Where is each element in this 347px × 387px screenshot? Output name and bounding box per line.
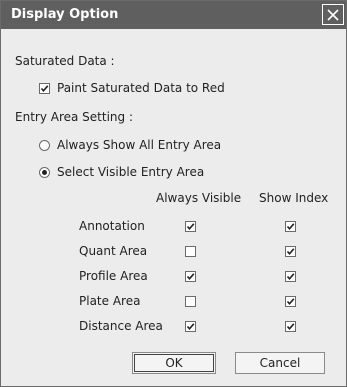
checkmark-icon (40, 85, 49, 93)
show-index-checkbox-profile-area[interactable] (285, 271, 296, 282)
column-header-show-index: Show Index (259, 191, 329, 205)
radio-show-all-entry[interactable] (39, 140, 50, 151)
close-button[interactable] (322, 4, 344, 25)
cancel-button[interactable]: Cancel (235, 352, 325, 374)
show-index-checkbox-quant-area[interactable] (285, 246, 296, 257)
radio-select-visible-label: Select Visible Entry Area (57, 165, 205, 179)
checkmark-icon (286, 223, 295, 231)
display-option-dialog: Display Option Saturated Data : Paint Sa… (0, 0, 347, 387)
checkmark-icon (286, 298, 295, 306)
radio-dot-icon (42, 170, 47, 175)
always-visible-checkbox-annotation[interactable] (185, 221, 196, 232)
row-label-distance-area: Distance Area (79, 319, 163, 333)
show-index-checkbox-distance-area[interactable] (285, 321, 296, 332)
checkmark-icon (286, 273, 295, 281)
show-index-checkbox-plate-area[interactable] (285, 296, 296, 307)
paint-saturated-checkbox[interactable] (39, 83, 50, 94)
always-visible-checkbox-profile-area[interactable] (185, 271, 196, 282)
checkmark-icon (186, 223, 195, 231)
always-visible-checkbox-plate-area[interactable] (185, 296, 196, 307)
checkmark-icon (186, 273, 195, 281)
checkmark-icon (286, 323, 295, 331)
row-label-profile-area: Profile Area (79, 269, 148, 283)
radio-show-all-label: Always Show All Entry Area (57, 138, 222, 152)
dialog-title: Display Option (11, 7, 119, 22)
ok-button[interactable]: OK (132, 352, 216, 374)
row-label-annotation: Annotation (79, 219, 145, 233)
row-label-quant-area: Quant Area (79, 244, 148, 258)
close-icon (327, 8, 339, 21)
saturated-section-label: Saturated Data : (15, 54, 115, 68)
paint-saturated-label: Paint Saturated Data to Red (57, 81, 225, 95)
row-label-plate-area: Plate Area (79, 294, 141, 308)
show-index-checkbox-annotation[interactable] (285, 221, 296, 232)
checkmark-icon (286, 248, 295, 256)
radio-select-visible-entry[interactable] (39, 167, 50, 178)
always-visible-checkbox-quant-area[interactable] (185, 246, 196, 257)
always-visible-checkbox-distance-area[interactable] (185, 321, 196, 332)
entry-section-label: Entry Area Setting : (15, 110, 133, 124)
checkmark-icon (186, 323, 195, 331)
title-bar: Display Option (1, 1, 346, 29)
column-header-always-visible: Always Visible (156, 191, 242, 205)
